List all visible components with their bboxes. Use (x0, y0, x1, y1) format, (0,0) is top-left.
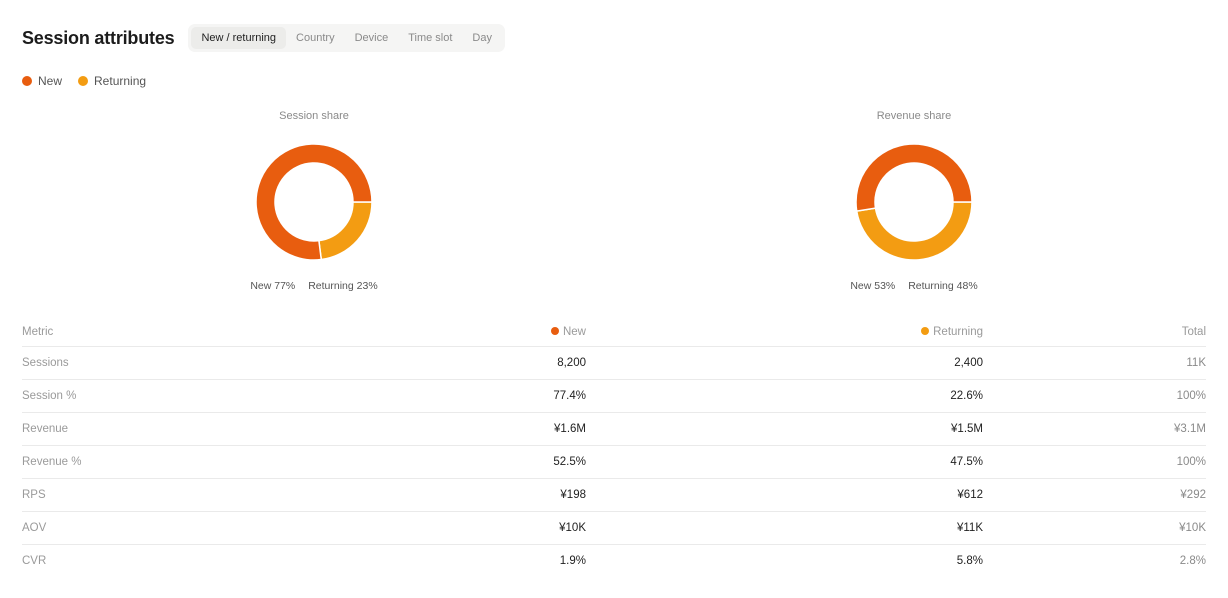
legend-dot-new (22, 76, 32, 86)
revenue-share-new-label: New 53% (850, 280, 896, 292)
session-donut (255, 143, 373, 261)
table-row: CVR 1.9% 5.8% 2.8% (22, 543, 1206, 577)
header-new-label: New (562, 325, 586, 338)
cell-returning: ¥612 (586, 477, 983, 511)
session-share-returning-label: Returning 23% (308, 280, 378, 292)
cell-total: 100% (983, 378, 1206, 412)
cell-metric: Sessions (22, 345, 322, 379)
cell-returning: 5.8% (586, 543, 983, 577)
header-returning-label: Returning (933, 325, 983, 338)
table-row: AOV ¥10K ¥11K ¥10K (22, 510, 1206, 544)
header-total: Total (1181, 325, 1206, 338)
revenue-share-chart: Revenue share New 53% Returning 48% (794, 110, 1034, 292)
table-row: Sessions 8,200 2,400 11K (22, 345, 1206, 379)
table-row: Revenue % 52.5% 47.5% 100% (22, 444, 1206, 478)
cell-total: ¥292 (983, 477, 1206, 511)
session-share-title: Session share (279, 110, 349, 122)
cell-metric: Session % (22, 378, 322, 412)
cell-metric: CVR (22, 543, 322, 577)
cell-new: 52.5% (322, 444, 586, 478)
cell-returning: ¥11K (586, 510, 983, 544)
revenue-share-labels: New 53% Returning 48% (794, 280, 1034, 292)
cell-new: 1.9% (322, 543, 586, 577)
session-share-new-label: New 77% (250, 280, 296, 292)
legend-label-new: New (38, 74, 63, 88)
header-new: New (322, 318, 586, 346)
tab-time-slot[interactable]: Time slot (398, 27, 462, 49)
cell-total: 2.8% (983, 543, 1206, 577)
tab-day[interactable]: Day (462, 27, 502, 49)
cell-new: ¥10K (322, 510, 586, 544)
cell-total: ¥3.1M (983, 411, 1206, 445)
cell-metric: Revenue (22, 411, 322, 445)
cell-metric: AOV (22, 510, 322, 544)
revenue-share-title: Revenue share (876, 110, 952, 122)
header-metric: Metric (22, 325, 54, 338)
revenue-donut (855, 143, 973, 261)
legend-item-returning: Returning (78, 74, 146, 88)
table-header-row: Metric New Returning Total (22, 318, 1206, 346)
table-row: Revenue ¥1.6M ¥1.5M ¥3.1M (22, 411, 1206, 445)
cell-total: 11K (983, 345, 1206, 379)
session-share-labels: New 77% Returning 23% (194, 280, 434, 292)
table-row: RPS ¥198 ¥612 ¥292 (22, 477, 1206, 511)
attribute-tabs: New / returning Country Device Time slot… (188, 24, 505, 52)
header-dot-returning (921, 326, 930, 335)
cell-new: ¥198 (322, 477, 586, 511)
cell-returning: 22.6% (586, 378, 983, 412)
session-share-chart: Session share New 77% Returning 23% (194, 110, 434, 292)
donut-slice-returning (855, 201, 973, 261)
tab-device[interactable]: Device (345, 27, 399, 49)
cell-returning: 2,400 (586, 345, 983, 379)
cell-total: ¥10K (983, 510, 1206, 544)
donut-slice-new (855, 143, 973, 212)
cell-new: ¥1.6M (322, 411, 586, 445)
legend-item-new: New (22, 74, 62, 88)
cell-metric: RPS (22, 477, 322, 511)
tab-new-returning[interactable]: New / returning (191, 27, 287, 49)
donut-slice-returning (318, 201, 373, 261)
table-row: Session % 77.4% 22.6% 100% (22, 378, 1206, 412)
header-dot-new (550, 326, 559, 335)
revenue-share-returning-label: Returning 48% (908, 280, 978, 292)
header-returning: Returning (586, 318, 983, 346)
legend-label-returning: Returning (94, 74, 147, 88)
tab-country[interactable]: Country (286, 27, 345, 49)
table-body: Sessions 8,200 2,400 11K Session % 77.4% 22.6%… (22, 345, 1206, 577)
cell-returning: ¥1.5M (586, 411, 983, 445)
section-title: Session attributes (22, 27, 175, 48)
metrics-table: Metric New Returning Total Sessions 8,200… (22, 318, 1206, 577)
section-header: Session attributes New / returning Count… (22, 24, 505, 52)
cell-new: 77.4% (322, 378, 586, 412)
cell-new: 8,200 (322, 345, 586, 379)
chart-legend: New Returning (22, 74, 162, 88)
legend-dot-returning (78, 76, 89, 86)
cell-returning: 47.5% (586, 444, 983, 478)
cell-metric: Revenue % (22, 444, 322, 478)
cell-total: 100% (983, 444, 1206, 478)
